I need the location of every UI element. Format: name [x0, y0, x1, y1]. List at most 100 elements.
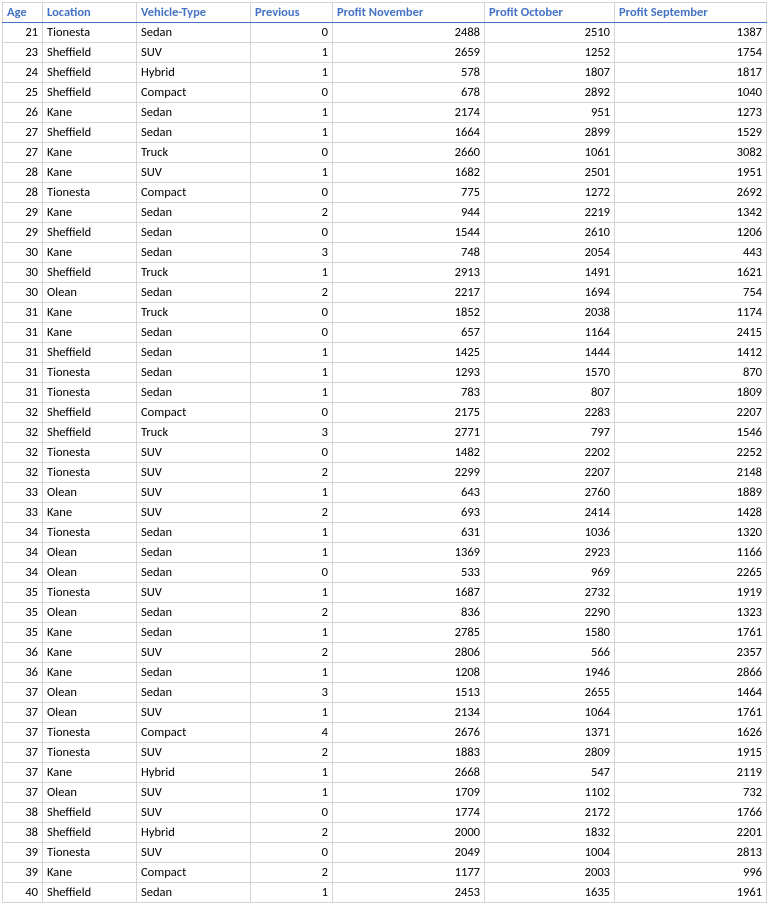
table-row[interactable]: 31KaneSedan065711642415 — [3, 323, 767, 343]
cell-previous[interactable]: 1 — [251, 763, 333, 783]
cell-location[interactable]: Olean — [43, 783, 137, 803]
cell-age[interactable]: 21 — [3, 23, 43, 43]
cell-nov[interactable]: 2000 — [333, 823, 485, 843]
cell-nov[interactable]: 1687 — [333, 583, 485, 603]
cell-age[interactable]: 29 — [3, 223, 43, 243]
cell-nov[interactable]: 1482 — [333, 443, 485, 463]
table-row[interactable]: 31TionestaSedan112931570870 — [3, 363, 767, 383]
table-row[interactable]: 32TionestaSUV2229922072148 — [3, 463, 767, 483]
cell-age[interactable]: 32 — [3, 443, 43, 463]
cell-sep[interactable]: 1428 — [615, 503, 767, 523]
cell-previous[interactable]: 2 — [251, 603, 333, 623]
table-row[interactable]: 24SheffieldHybrid157818071817 — [3, 63, 767, 83]
cell-oct[interactable]: 1272 — [485, 183, 615, 203]
cell-oct[interactable]: 1444 — [485, 343, 615, 363]
cell-vehicle[interactable]: Sedan — [137, 23, 251, 43]
cell-nov[interactable]: 533 — [333, 563, 485, 583]
cell-sep[interactable]: 1951 — [615, 163, 767, 183]
cell-vehicle[interactable]: SUV — [137, 583, 251, 603]
cell-location[interactable]: Kane — [43, 623, 137, 643]
cell-oct[interactable]: 951 — [485, 103, 615, 123]
cell-oct[interactable]: 547 — [485, 763, 615, 783]
cell-sep[interactable]: 2265 — [615, 563, 767, 583]
cell-nov[interactable]: 2217 — [333, 283, 485, 303]
table-row[interactable]: 37TionestaSUV2188328091915 — [3, 743, 767, 763]
cell-oct[interactable]: 2655 — [485, 683, 615, 703]
cell-previous[interactable]: 0 — [251, 303, 333, 323]
cell-vehicle[interactable]: Sedan — [137, 243, 251, 263]
cell-vehicle[interactable]: SUV — [137, 783, 251, 803]
cell-location[interactable]: Kane — [43, 203, 137, 223]
cell-oct[interactable]: 1061 — [485, 143, 615, 163]
cell-age[interactable]: 28 — [3, 183, 43, 203]
cell-vehicle[interactable]: Sedan — [137, 363, 251, 383]
cell-previous[interactable]: 1 — [251, 103, 333, 123]
table-row[interactable]: 32SheffieldCompact0217522832207 — [3, 403, 767, 423]
cell-oct[interactable]: 2923 — [485, 543, 615, 563]
cell-nov[interactable]: 2049 — [333, 843, 485, 863]
cell-sep[interactable]: 1817 — [615, 63, 767, 83]
cell-oct[interactable]: 1036 — [485, 523, 615, 543]
cell-age[interactable]: 38 — [3, 823, 43, 843]
cell-sep[interactable]: 1320 — [615, 523, 767, 543]
table-row[interactable]: 31KaneTruck0185220381174 — [3, 303, 767, 323]
table-row[interactable]: 40SheffieldSedan1245316351961 — [3, 883, 767, 903]
cell-location[interactable]: Kane — [43, 103, 137, 123]
cell-vehicle[interactable]: Sedan — [137, 103, 251, 123]
cell-location[interactable]: Kane — [43, 323, 137, 343]
cell-nov[interactable]: 783 — [333, 383, 485, 403]
table-row[interactable]: 29KaneSedan294422191342 — [3, 203, 767, 223]
cell-nov[interactable]: 2453 — [333, 883, 485, 903]
cell-previous[interactable]: 1 — [251, 63, 333, 83]
cell-oct[interactable]: 1252 — [485, 43, 615, 63]
cell-nov[interactable]: 1682 — [333, 163, 485, 183]
cell-vehicle[interactable]: Sedan — [137, 623, 251, 643]
cell-oct[interactable]: 566 — [485, 643, 615, 663]
table-row[interactable]: 39TionestaSUV0204910042813 — [3, 843, 767, 863]
cell-nov[interactable]: 2771 — [333, 423, 485, 443]
cell-vehicle[interactable]: Hybrid — [137, 823, 251, 843]
cell-vehicle[interactable]: Hybrid — [137, 763, 251, 783]
table-row[interactable]: 23SheffieldSUV1265912521754 — [3, 43, 767, 63]
cell-sep[interactable]: 1766 — [615, 803, 767, 823]
cell-location[interactable]: Sheffield — [43, 423, 137, 443]
cell-nov[interactable]: 631 — [333, 523, 485, 543]
cell-age[interactable]: 31 — [3, 363, 43, 383]
cell-nov[interactable]: 578 — [333, 63, 485, 83]
table-row[interactable]: 35OleanSedan283622901323 — [3, 603, 767, 623]
cell-sep[interactable]: 2119 — [615, 763, 767, 783]
cell-location[interactable]: Sheffield — [43, 823, 137, 843]
cell-location[interactable]: Kane — [43, 503, 137, 523]
cell-age[interactable]: 27 — [3, 143, 43, 163]
cell-location[interactable]: Sheffield — [43, 63, 137, 83]
cell-oct[interactable]: 1580 — [485, 623, 615, 643]
cell-age[interactable]: 37 — [3, 783, 43, 803]
col-location[interactable]: Location — [43, 3, 137, 23]
cell-oct[interactable]: 2219 — [485, 203, 615, 223]
cell-location[interactable]: Sheffield — [43, 223, 137, 243]
cell-previous[interactable]: 1 — [251, 523, 333, 543]
table-row[interactable]: 37KaneHybrid126685472119 — [3, 763, 767, 783]
cell-vehicle[interactable]: Sedan — [137, 683, 251, 703]
cell-location[interactable]: Olean — [43, 543, 137, 563]
cell-nov[interactable]: 2488 — [333, 23, 485, 43]
table-row[interactable]: 33KaneSUV269324141428 — [3, 503, 767, 523]
cell-vehicle[interactable]: SUV — [137, 843, 251, 863]
cell-location[interactable]: Tionesta — [43, 383, 137, 403]
cell-age[interactable]: 39 — [3, 843, 43, 863]
col-previous[interactable]: Previous — [251, 3, 333, 23]
cell-nov[interactable]: 2134 — [333, 703, 485, 723]
cell-location[interactable]: Tionesta — [43, 183, 137, 203]
cell-location[interactable]: Tionesta — [43, 363, 137, 383]
cell-previous[interactable]: 2 — [251, 283, 333, 303]
cell-location[interactable]: Olean — [43, 483, 137, 503]
cell-oct[interactable]: 1004 — [485, 843, 615, 863]
cell-age[interactable]: 31 — [3, 323, 43, 343]
cell-sep[interactable]: 754 — [615, 283, 767, 303]
cell-previous[interactable]: 1 — [251, 543, 333, 563]
cell-location[interactable]: Olean — [43, 683, 137, 703]
cell-previous[interactable]: 1 — [251, 43, 333, 63]
cell-age[interactable]: 30 — [3, 283, 43, 303]
cell-age[interactable]: 37 — [3, 763, 43, 783]
cell-location[interactable]: Tionesta — [43, 443, 137, 463]
